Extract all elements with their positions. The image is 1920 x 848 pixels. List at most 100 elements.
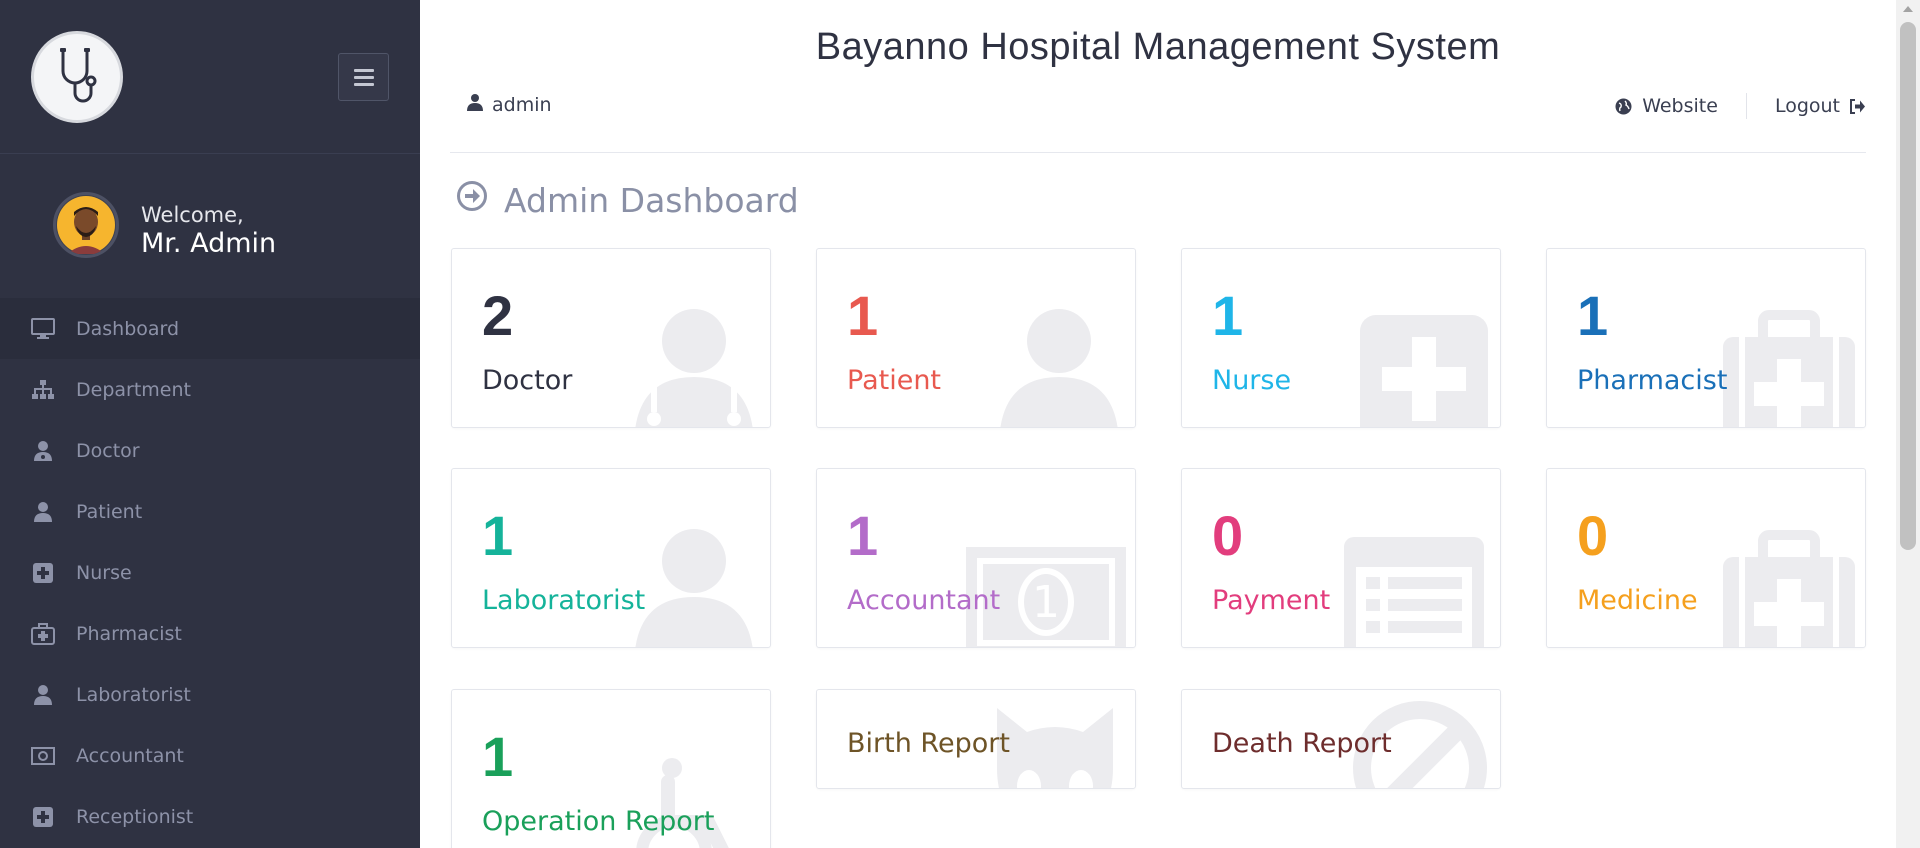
medkit-icon	[1723, 530, 1855, 647]
current-user[interactable]: admin	[466, 93, 552, 116]
stat-value: 1	[847, 504, 879, 567]
sidebar-item-receptionist[interactable]: Receptionist	[0, 786, 420, 847]
stat-value: 0	[1212, 504, 1244, 567]
welcome-text: Welcome,	[141, 203, 244, 227]
money-icon	[30, 743, 56, 769]
sitemap-icon	[30, 377, 56, 403]
svg-text:1: 1	[1032, 577, 1060, 628]
plus-square-icon	[30, 804, 56, 830]
sign-out-icon	[1849, 98, 1866, 114]
stat-value: 1	[1212, 284, 1244, 347]
stat-label: Doctor	[482, 365, 573, 396]
stat-label: Payment	[1212, 585, 1331, 616]
logout-link[interactable]: Logout	[1775, 95, 1866, 117]
sidebar-item-label: Accountant	[76, 744, 184, 767]
money-icon: 1	[966, 547, 1126, 647]
hamburger-bar	[353, 68, 374, 72]
header-divider	[450, 152, 1866, 153]
website-link[interactable]: Website	[1615, 95, 1718, 117]
sidebar-item-label: Department	[76, 378, 191, 401]
logo-area	[0, 0, 420, 154]
stat-label: Birth Report	[847, 728, 1010, 759]
stat-card-payment[interactable]: 0 Payment	[1181, 468, 1501, 648]
stat-value: 0	[1577, 504, 1609, 567]
page-heading: Admin Dashboard	[456, 180, 799, 220]
user-icon	[466, 93, 484, 116]
sidebar-item-label: Pharmacist	[76, 622, 182, 645]
stat-label: Operation Report	[482, 806, 715, 837]
topbar-separator	[1745, 93, 1747, 119]
sidebar-nav: Dashboard Department Doctor Patient Nurs…	[0, 298, 420, 847]
desktop-icon	[30, 316, 56, 342]
logout-link-label: Logout	[1774, 95, 1840, 117]
stethoscope-logo[interactable]	[31, 31, 123, 123]
list-alt-icon	[1344, 537, 1484, 647]
stat-label: Patient	[847, 365, 942, 396]
stethoscope-icon	[60, 48, 97, 103]
hamburger-bar	[353, 82, 374, 86]
stat-label: Death Report	[1212, 728, 1392, 759]
hamburger-bar	[353, 75, 374, 79]
sidebar-item-laboratorist[interactable]: Laboratorist	[0, 664, 420, 725]
stat-card-laboratorist[interactable]: 1 Laboratorist	[451, 468, 771, 648]
sidebar-item-department[interactable]: Department	[0, 359, 420, 420]
welcome-name: Mr. Admin	[141, 228, 277, 259]
globe-icon	[1615, 98, 1632, 115]
sidebar-item-patient[interactable]: Patient	[0, 481, 420, 542]
topbar-links: Website Logout	[1615, 93, 1866, 119]
stat-card-medicine[interactable]: 0 Medicine	[1546, 468, 1866, 648]
sidebar-item-label: Patient	[76, 500, 143, 523]
user-icon	[30, 499, 56, 525]
sidebar-item-label: Doctor	[76, 439, 140, 462]
stat-card-death-report[interactable]: Death Report	[1181, 689, 1501, 789]
sidebar-item-label: Laboratorist	[76, 683, 191, 706]
scroll-up-arrow-icon[interactable]	[1903, 6, 1913, 12]
stat-card-operation-report[interactable]: 1 Operation Report	[451, 689, 771, 848]
stat-card-accountant[interactable]: 1 1 Accountant	[816, 468, 1136, 648]
stat-card-patient[interactable]: 1 Patient	[816, 248, 1136, 428]
page-title: Admin Dashboard	[504, 180, 799, 220]
stat-value: 1	[482, 725, 514, 788]
sidebar-item-pharmacist[interactable]: Pharmacist	[0, 603, 420, 664]
arrow-circle-right-icon	[456, 180, 488, 220]
menu-toggle-button[interactable]	[338, 53, 389, 101]
main-content: Bayanno Hospital Management System admin…	[420, 0, 1896, 848]
medkit-icon	[1723, 310, 1855, 427]
user-icon	[30, 682, 56, 708]
welcome-panel: Welcome, Mr. Admin	[0, 154, 420, 298]
plus-square-icon	[1360, 315, 1488, 427]
sidebar: Welcome, Mr. Admin Dashboard Department …	[0, 0, 420, 848]
stat-value: 1	[482, 504, 514, 567]
app-title: Bayanno Hospital Management System	[815, 26, 1501, 68]
user-md-icon	[30, 438, 56, 464]
sidebar-item-nurse[interactable]: Nurse	[0, 542, 420, 603]
website-link-label: Website	[1642, 95, 1718, 117]
stat-value: 1	[1577, 284, 1609, 347]
sidebar-item-label: Nurse	[76, 561, 132, 584]
sidebar-item-label: Dashboard	[76, 317, 180, 340]
user-icon	[635, 529, 753, 647]
user-icon	[1000, 309, 1118, 427]
sidebar-item-accountant[interactable]: Accountant	[0, 725, 420, 786]
stat-label: Accountant	[847, 585, 1001, 616]
avatar[interactable]	[53, 192, 119, 258]
user-md-icon	[635, 309, 753, 427]
sidebar-item-doctor[interactable]: Doctor	[0, 420, 420, 481]
admin-avatar-icon	[57, 196, 115, 254]
stat-label: Laboratorist	[482, 585, 646, 616]
medkit-icon	[30, 621, 56, 647]
stat-card-pharmacist[interactable]: 1 Pharmacist	[1546, 248, 1866, 428]
stat-card-doctor[interactable]: 2 Doctor	[451, 248, 771, 428]
plus-square-icon	[30, 560, 56, 586]
stat-card-nurse[interactable]: 1 Nurse	[1181, 248, 1501, 428]
stat-label: Pharmacist	[1577, 365, 1728, 396]
sidebar-item-dashboard[interactable]: Dashboard	[0, 298, 420, 359]
stat-card-birth-report[interactable]: Birth Report	[816, 689, 1136, 789]
page-scrollbar[interactable]	[1896, 0, 1920, 848]
current-user-name: admin	[492, 93, 552, 116]
scrollbar-thumb[interactable]	[1900, 22, 1916, 550]
stat-label: Nurse	[1212, 365, 1292, 396]
stat-value: 1	[847, 284, 879, 347]
stat-value: 2	[482, 284, 514, 347]
stat-label: Medicine	[1577, 585, 1698, 616]
